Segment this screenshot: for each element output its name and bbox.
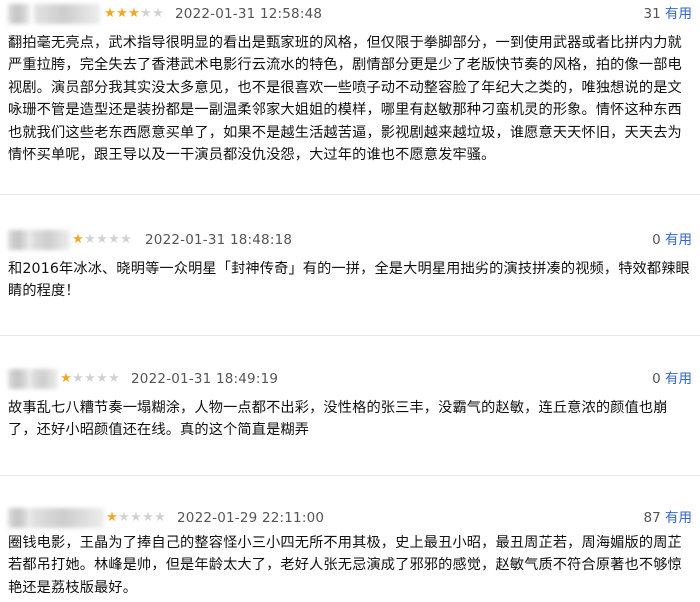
review-item: ★★★★★ 2022-01-29 22:11:00 87 有用 圈钱电影，王晶为… [0, 506, 700, 602]
avatar[interactable] [8, 508, 30, 528]
useful-button[interactable]: 0 有用 [652, 228, 692, 252]
star-icon: ★ [84, 371, 96, 386]
useful-button[interactable]: 87 有用 [644, 506, 692, 530]
useful-count: 31 [643, 6, 661, 22]
star-icon: ★ [60, 371, 72, 386]
review-text: 故事乱七八糟节奏一塌糊涂，人物一点都不出彩，没性格的张三丰，没霸气的赵敏，连丘意… [8, 400, 668, 439]
username-blurred[interactable] [30, 230, 70, 250]
review-time: 2022-01-31 18:48:18 [145, 232, 293, 248]
review-time: 2022-01-31 12:58:48 [175, 6, 323, 22]
star-icon: ★ [106, 510, 118, 525]
star-icon: ★ [116, 6, 128, 21]
star-icon: ★ [118, 510, 130, 525]
rating-stars: ★★★★★ [72, 228, 132, 252]
useful-count: 0 [652, 232, 661, 248]
divider [0, 194, 700, 195]
useful-button[interactable]: 0 有用 [652, 367, 692, 391]
review-text: 翻拍毫无亮点，武术指导很明显的看出是甄家班的风格，但仅限于拳脚部分，一到使用武器… [8, 35, 682, 164]
rating-stars: ★★★★★ [104, 2, 164, 26]
star-icon: ★ [108, 371, 120, 386]
rating-stars: ★★★★★ [106, 506, 166, 530]
star-icon: ★ [142, 510, 154, 525]
divider [0, 335, 700, 336]
avatar[interactable] [8, 369, 30, 389]
useful-count: 87 [643, 510, 661, 526]
star-icon: ★ [128, 6, 140, 21]
star-icon: ★ [130, 510, 142, 525]
star-icon: ★ [96, 371, 108, 386]
review-time: 2022-01-29 22:11:00 [177, 510, 325, 526]
star-icon: ★ [140, 6, 152, 21]
useful-label[interactable]: 有用 [665, 371, 692, 387]
rating-stars: ★★★★★ [60, 367, 120, 391]
review-time: 2022-01-31 18:49:19 [131, 371, 279, 387]
useful-label[interactable]: 有用 [665, 510, 692, 526]
star-icon: ★ [96, 232, 108, 247]
star-icon: ★ [84, 232, 96, 247]
star-icon: ★ [108, 232, 120, 247]
review-header: ★★★★★ 2022-01-29 22:11:00 87 有用 [0, 506, 700, 532]
useful-label[interactable]: 有用 [665, 6, 692, 22]
avatar[interactable] [8, 4, 30, 24]
useful-label[interactable]: 有用 [665, 232, 692, 248]
star-icon: ★ [154, 510, 166, 525]
avatar[interactable] [8, 230, 30, 250]
username-blurred[interactable] [34, 4, 100, 24]
review-text: 圈钱电影，王晶为了捧自己的整容怪小三小四无所不用其极，史上最丑小昭，最丑周芷若，… [8, 535, 682, 596]
review-header: ★★★★★ 2022-01-31 18:48:18 0 有用 [0, 228, 700, 254]
divider [0, 475, 700, 476]
useful-button[interactable]: 31 有用 [644, 2, 692, 26]
review-header: ★★★★★ 2022-01-31 12:58:48 31 有用 [0, 2, 700, 28]
star-icon: ★ [120, 232, 132, 247]
review-item: ★★★★★ 2022-01-31 12:58:48 31 有用 翻拍毫无亮点，武… [0, 0, 700, 172]
review-header: ★★★★★ 2022-01-31 18:49:19 0 有用 [0, 367, 700, 393]
star-icon: ★ [72, 371, 84, 386]
username-blurred[interactable] [30, 369, 58, 389]
useful-count: 0 [652, 371, 661, 387]
star-icon: ★ [152, 6, 164, 21]
star-icon: ★ [104, 6, 116, 21]
username-blurred[interactable] [30, 508, 104, 528]
review-item: ★★★★★ 2022-01-31 18:49:19 0 有用 故事乱七八糟节奏一… [0, 367, 700, 447]
review-item: ★★★★★ 2022-01-31 18:48:18 0 有用 和2016年冰冰、… [0, 228, 700, 308]
review-text: 和2016年冰冰、晓明等一众明星「封神传奇」有的一拼，全是大明星用拙劣的演技拼凑… [8, 261, 690, 300]
star-icon: ★ [72, 232, 84, 247]
